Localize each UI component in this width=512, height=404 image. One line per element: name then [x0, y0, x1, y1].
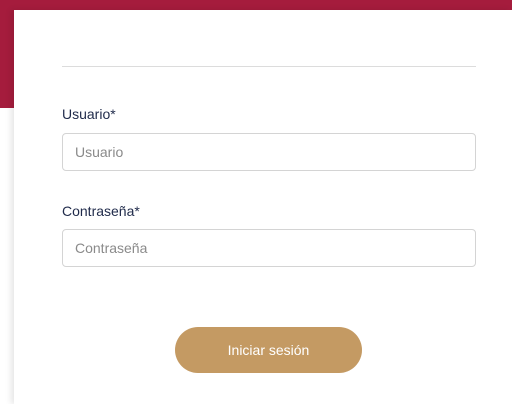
login-page: Usuario* Contraseña* Iniciar sesión [0, 0, 512, 404]
username-input[interactable] [62, 133, 476, 171]
password-input[interactable] [62, 229, 476, 267]
login-card: Usuario* Contraseña* Iniciar sesión [14, 10, 512, 404]
username-label: Usuario* [62, 106, 116, 122]
password-label: Contraseña* [62, 203, 140, 219]
brand-top-bar [0, 0, 512, 10]
brand-side-bar [0, 0, 14, 108]
card-divider [62, 66, 476, 67]
login-button[interactable]: Iniciar sesión [175, 327, 362, 373]
